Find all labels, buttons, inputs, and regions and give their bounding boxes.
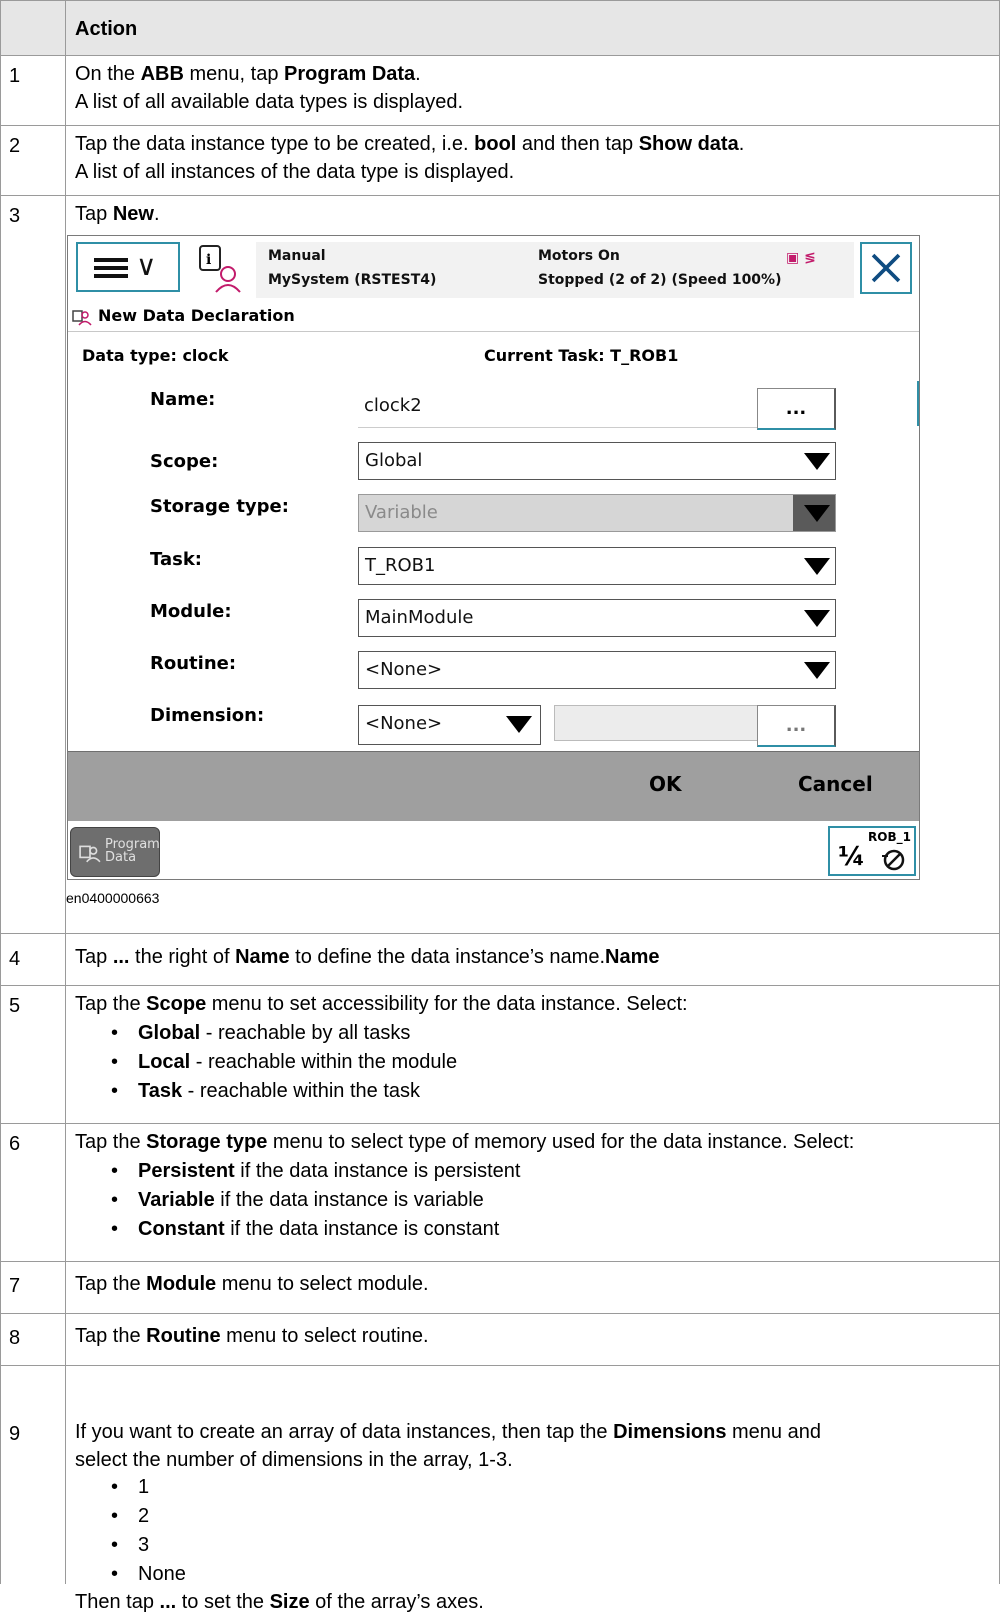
cancel-button[interactable]: Cancel — [798, 772, 873, 796]
task-button-line2: Data — [105, 850, 137, 865]
dimension-label: Dimension: — [150, 705, 265, 726]
step-text: Tap ... the right of Name to define the … — [75, 946, 660, 968]
step-number: 2 — [9, 135, 21, 157]
step-number: 7 — [9, 1275, 21, 1297]
table-header — [0, 0, 1000, 55]
rob-label: ROB_1 — [868, 830, 911, 844]
bullet-item: • Task - reachable within the task — [111, 1080, 421, 1102]
chevron-down-icon — [804, 505, 830, 522]
name-browse-button[interactable]: ... — [757, 388, 836, 430]
step-text: If you want to create an array of data i… — [75, 1421, 821, 1443]
step-text: Tap the data instance type to be created… — [75, 133, 745, 155]
step-number: 9 — [9, 1423, 21, 1445]
step-text: Tap the Routine menu to select routine. — [75, 1325, 429, 1347]
module-select[interactable]: MainModule — [358, 599, 836, 637]
status-bar: ∨ i Manual MySystem (RSTEST4) Motors On … — [68, 236, 919, 304]
step-text: A list of all available data types is di… — [75, 91, 463, 113]
person-icon — [79, 845, 101, 863]
step-text: select the number of dimensions in the a… — [75, 1449, 513, 1471]
storage-type-label: Storage type: — [150, 496, 289, 517]
step-text: On the ABB menu, tap Program Data. — [75, 63, 421, 85]
step-text: Then tap ... to set the Size of the arra… — [75, 1591, 484, 1613]
size-field[interactable] — [554, 705, 758, 741]
ok-button[interactable]: OK — [649, 772, 682, 796]
chevron-down-icon — [804, 662, 830, 679]
task-label: Task: — [150, 549, 202, 570]
chevron-down-icon — [804, 453, 830, 470]
bullet-item: • 3 — [111, 1534, 150, 1556]
name-field[interactable]: clock2 — [358, 388, 757, 428]
abb-menu-button[interactable]: ∨ — [76, 242, 180, 292]
step-text: Tap the Storage type menu to select type… — [75, 1131, 855, 1153]
chevron-down-icon — [506, 716, 532, 733]
motors-state: Motors On — [538, 248, 620, 264]
scope-select[interactable]: Global — [358, 442, 836, 480]
scope-label: Scope: — [150, 451, 219, 472]
bullet-item: • Persistent if the data instance is pers… — [111, 1160, 521, 1182]
step-text: A list of all instances of the data type… — [75, 161, 515, 183]
bullet-item: • 2 — [111, 1505, 150, 1527]
routine-label: Routine: — [150, 653, 237, 674]
routine-select[interactable]: <None> — [358, 651, 836, 689]
bullet-item: • 1 — [111, 1476, 150, 1498]
chevron-down-icon: ∨ — [136, 249, 157, 282]
person-icon — [72, 310, 92, 326]
step-number: 3 — [9, 205, 21, 227]
mechanical-unit-icon: ▣ ≶ — [786, 250, 816, 266]
view-title-text: New Data Declaration — [98, 306, 295, 325]
info-icon[interactable]: i — [198, 244, 242, 294]
step-text: Tap the Module menu to select module. — [75, 1273, 429, 1295]
figure-caption: en0400000663 — [66, 890, 160, 906]
operating-mode: Manual — [268, 248, 326, 264]
storage-type-select[interactable]: Variable — [358, 494, 836, 532]
task-select[interactable]: T_ROB1 — [358, 547, 836, 585]
name-label: Name: — [150, 389, 216, 410]
chevron-down-icon — [804, 610, 830, 627]
size-browse-button[interactable]: ... — [757, 705, 836, 747]
bullet-item: • Global - reachable by all tasks — [111, 1022, 411, 1044]
bullet-item: • Constant if the data instance is consta… — [111, 1218, 500, 1240]
rob-fraction: ¼ — [838, 842, 865, 872]
chevron-down-icon — [804, 558, 830, 575]
module-label: Module: — [150, 601, 232, 622]
scrollbar[interactable] — [917, 381, 919, 426]
step-number: 8 — [9, 1327, 21, 1349]
view-title: New Data Declaration — [68, 304, 919, 332]
step-number: 6 — [9, 1133, 21, 1155]
svg-text:i: i — [206, 252, 211, 268]
header-action: Action — [75, 18, 138, 40]
system-name: MySystem (RSTEST4) — [268, 272, 437, 288]
flexpendant-screenshot: ∨ i Manual MySystem (RSTEST4) Motors On … — [67, 235, 920, 880]
program-data-task-button[interactable]: Program Data — [70, 827, 160, 877]
step-number: 4 — [9, 948, 21, 970]
step-number: 5 — [9, 995, 21, 1017]
quickset-robot-button[interactable]: ROB_1 ¼ — [828, 826, 916, 876]
menu-icon — [94, 258, 128, 278]
robot-icon — [882, 849, 905, 871]
data-type-label: Data type: clock — [82, 346, 229, 365]
step-number: 1 — [9, 65, 21, 87]
step-text: Tap New. — [75, 203, 160, 225]
program-state: Stopped (2 of 2) (Speed 100%) — [538, 272, 782, 288]
step-text: Tap the Scope menu to set accessibility … — [75, 993, 688, 1015]
current-task-label: Current Task: T_ROB1 — [484, 346, 679, 365]
bullet-item: • Variable if the data instance is variab… — [111, 1189, 484, 1211]
command-bar: OK Cancel — [68, 751, 919, 821]
bullet-item: • Local - reachable within the module — [111, 1051, 458, 1073]
close-icon[interactable] — [860, 242, 912, 294]
